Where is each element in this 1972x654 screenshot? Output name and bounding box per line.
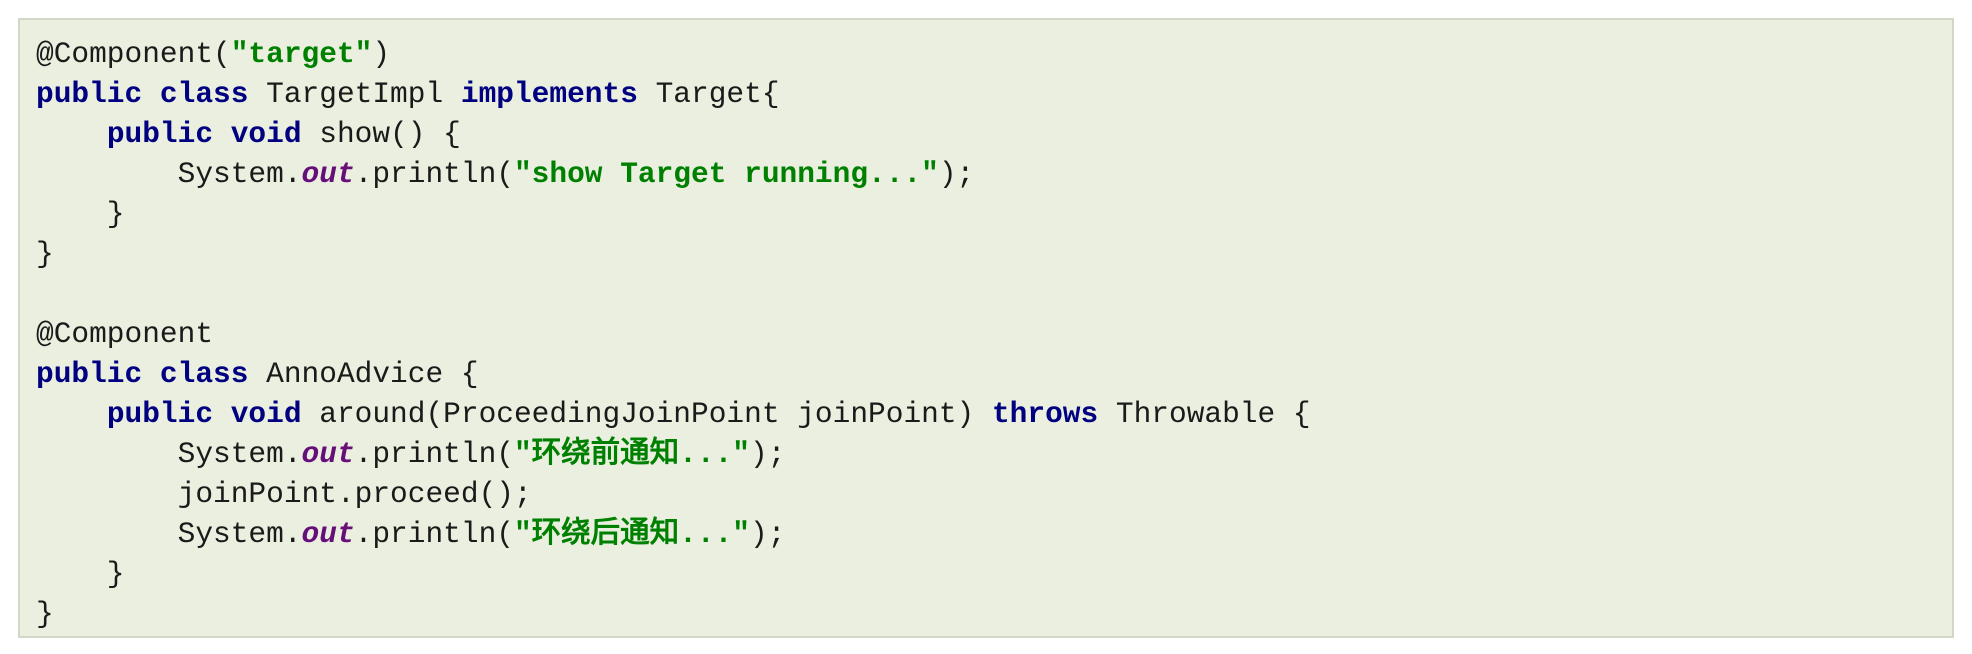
code-line: public class TargetImpl implements Targe…	[36, 74, 1311, 114]
code-token: System.	[36, 157, 302, 191]
code-line: @Component("target")	[36, 34, 1311, 74]
string-token: "环绕后通知..."	[513, 517, 750, 551]
code-token: .println(	[354, 157, 514, 191]
keyword-token: public void	[106, 397, 302, 431]
code-line: }	[36, 234, 1311, 274]
field-token: out	[301, 157, 355, 191]
code-token: }	[36, 557, 125, 591]
code-token: System.	[36, 437, 302, 471]
code-token: .println(	[354, 517, 514, 551]
code-line: }	[36, 554, 1311, 594]
code-token: }	[36, 197, 125, 231]
code-token: }	[36, 597, 54, 631]
code-line: }	[36, 194, 1311, 234]
string-token: "show Target running..."	[513, 157, 939, 191]
code-token: TargetImpl	[248, 77, 461, 111]
keyword-token: public class	[36, 77, 249, 111]
code-token: joinPoint.proceed();	[36, 477, 532, 511]
keyword-token: public class	[36, 357, 249, 391]
code-token: Throwable {	[1098, 397, 1311, 431]
code-token: Target{	[637, 77, 780, 111]
code-token: AnnoAdvice {	[248, 357, 479, 391]
keyword-token: public void	[106, 117, 302, 151]
annotation-token: @Component(	[36, 37, 231, 71]
code-token: );	[938, 157, 975, 191]
code-line: System.out.println("show Target running.…	[36, 154, 1311, 194]
code-token: .println(	[354, 437, 514, 471]
code-listing: @Component("target") public class TargetI…	[36, 34, 1311, 634]
code-block: @Component("target") public class TargetI…	[18, 18, 1954, 638]
code-line: System.out.println("环绕后通知...");	[36, 514, 1311, 554]
field-token: out	[301, 517, 355, 551]
code-line: }	[36, 594, 1311, 634]
annotation-token: @Component	[36, 317, 214, 351]
code-line: public void show() {	[36, 114, 1311, 154]
code-token: System.	[36, 517, 302, 551]
code-token: )	[372, 37, 391, 71]
string-token: "target"	[230, 37, 373, 71]
field-token: out	[301, 437, 355, 471]
code-line: public class AnnoAdvice {	[36, 354, 1311, 394]
keyword-token: implements	[460, 77, 638, 111]
code-line: System.out.println("环绕前通知...");	[36, 434, 1311, 474]
code-token: around(ProceedingJoinPoint joinPoint)	[301, 397, 992, 431]
code-token: );	[750, 437, 786, 471]
code-token: show() {	[301, 117, 461, 151]
code-line: joinPoint.proceed();	[36, 474, 1311, 514]
code-token: }	[36, 237, 54, 271]
code-line: @Component	[36, 314, 1311, 354]
code-line: public void around(ProceedingJoinPoint j…	[36, 394, 1311, 434]
code-token: );	[750, 517, 786, 551]
keyword-token: throws	[991, 397, 1099, 431]
string-token: "环绕前通知..."	[513, 437, 750, 471]
